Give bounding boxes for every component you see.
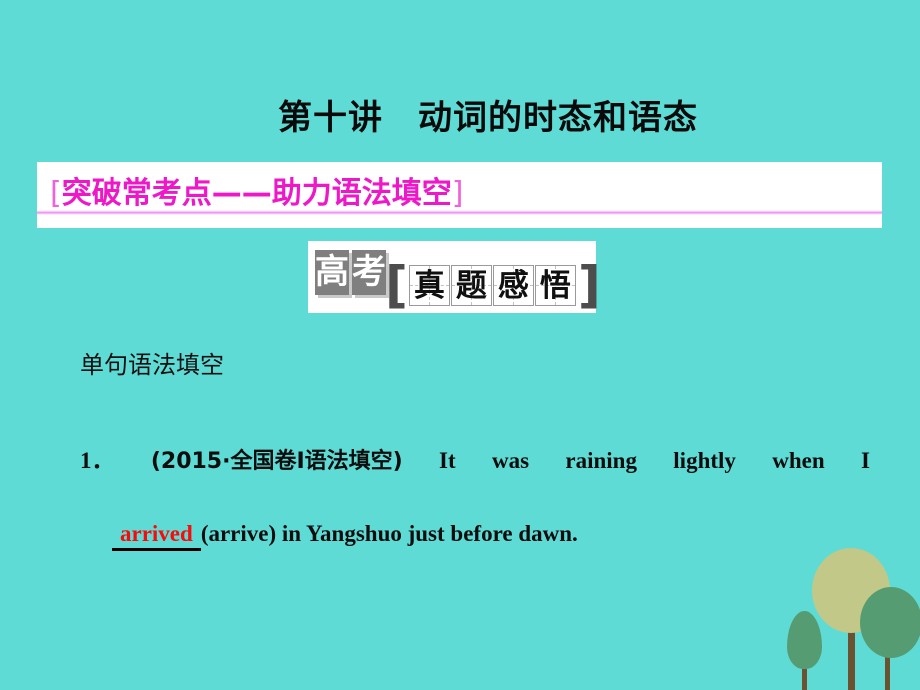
question-number: 1． [80, 448, 115, 473]
slide-canvas: 第十讲 动词的时态和语态 [突破常考点——助力语法填空] 高 考 [ 真 题 感… [0, 0, 920, 690]
sentence-word: when [772, 448, 825, 473]
answer-blank: arrived [112, 521, 201, 552]
logo-bracket-open-icon: [ [385, 256, 408, 314]
gaokao-char-gao: 高 [315, 249, 349, 295]
sentence-word: was [492, 448, 530, 473]
question-source: (2015·全国卷Ⅰ语法填空) [150, 449, 403, 474]
section-banner: [突破常考点——助力语法填空] [50, 168, 463, 212]
sentence-tail: (arrive) in Yangshuo just before dawn. [200, 521, 578, 546]
gaokao-char-kao: 考 [352, 249, 386, 295]
subheading: 单句语法填空 [80, 351, 224, 379]
sentence-word: I [860, 448, 870, 473]
logo-grid-cell: 悟 [534, 264, 576, 306]
logo-grid-cell: 题 [450, 264, 492, 306]
question-line-1: 1． (2015·全国卷Ⅰ语法填空) It was raining lightl… [80, 425, 870, 498]
banner-bracket-close-icon: ] [451, 176, 464, 211]
logo-grid: 真 题 感 悟 [408, 264, 577, 306]
logo-bracket-close-icon: ] [577, 256, 601, 314]
page-title: 第十讲 动词的时态和语态 [278, 98, 698, 138]
question-line-2: arrived (arrive) in Yangshuo just before… [80, 498, 870, 570]
banner-label: 突破常考点——助力语法填空 [61, 176, 452, 211]
tree-decoration [770, 540, 920, 690]
logo-grid-cell: 真 [408, 264, 450, 306]
tree-crown [787, 611, 822, 669]
logo-grid-cell: 感 [492, 264, 534, 306]
gaokao-logo-box: 高 考 [ 真 题 感 悟 ] [308, 241, 601, 314]
question-block: 1． (2015·全国卷Ⅰ语法填空) It was raining lightl… [80, 425, 870, 570]
sentence-word: It [439, 448, 456, 473]
sentence-word: lightly [673, 448, 736, 473]
tree-trunk [848, 628, 855, 690]
tree-crown [860, 587, 920, 658]
banner-bracket-open-icon: [ [50, 176, 62, 211]
sentence-word: raining [565, 448, 637, 473]
